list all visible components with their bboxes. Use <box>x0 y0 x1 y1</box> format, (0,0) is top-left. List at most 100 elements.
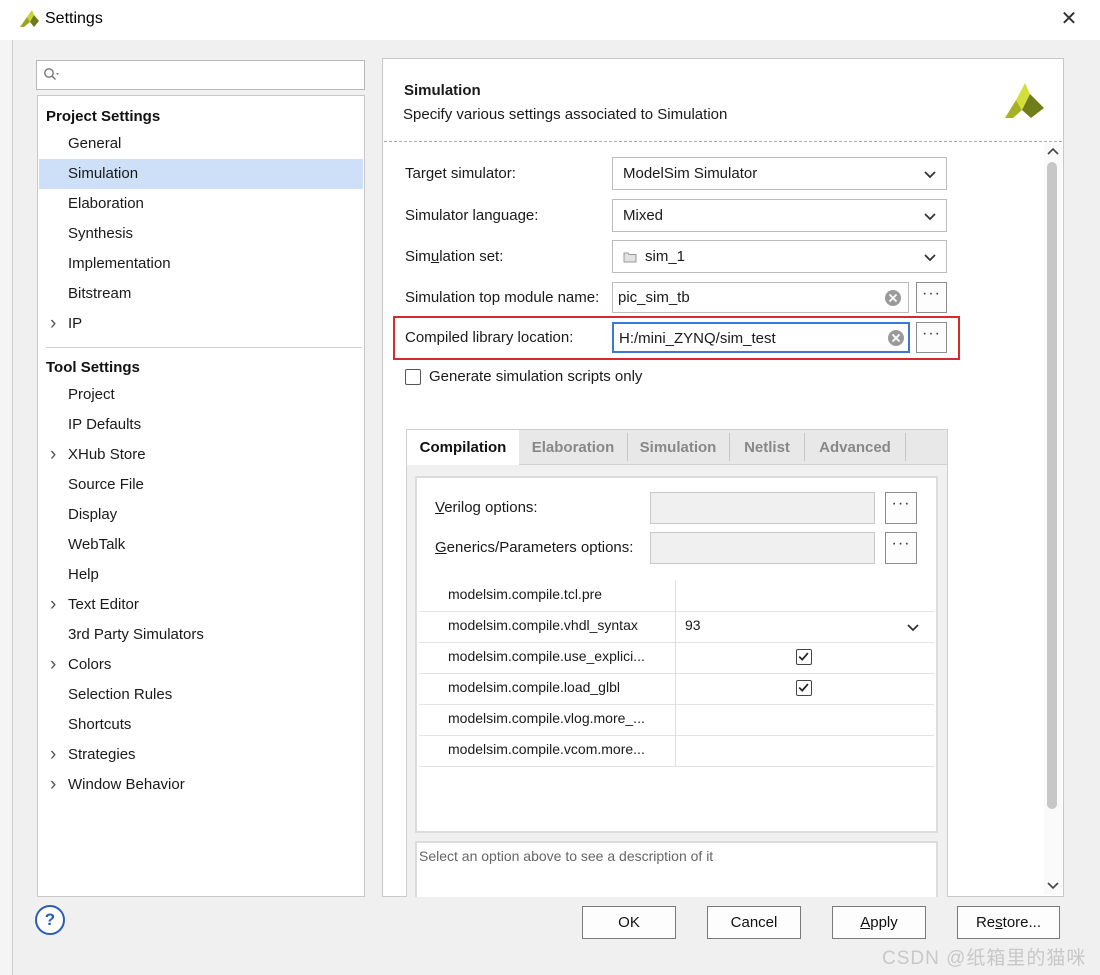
compiled-library-input[interactable]: H:/mini_ZYNQ/sim_test <box>612 322 910 353</box>
sidebar-item-label: Simulation <box>68 165 139 182</box>
sidebar-item-general[interactable]: General <box>39 129 363 159</box>
sidebar-item-simulation[interactable]: Simulation <box>39 159 363 189</box>
target-simulator-dropdown[interactable]: ModelSim Simulator <box>612 157 947 190</box>
sidebar-item-label: Implementation <box>68 255 171 272</box>
section-title: Simulation <box>404 82 481 99</box>
sidebar-item-help[interactable]: Help <box>39 560 363 590</box>
chevron-right-icon[interactable]: › <box>50 740 56 770</box>
property-checkbox[interactable] <box>796 649 812 665</box>
close-button[interactable]: ✕ <box>1058 8 1080 30</box>
chevron-right-icon[interactable]: › <box>50 590 56 620</box>
sidebar-item-project[interactable]: Project <box>39 380 363 410</box>
sidebar-item-selection-rules[interactable]: Selection Rules <box>39 680 363 710</box>
top-module-input[interactable]: pic_sim_tb <box>612 282 909 313</box>
tab-elaboration[interactable]: Elaboration <box>519 430 627 465</box>
sidebar-item-text-editor[interactable]: › Text Editor <box>39 590 363 620</box>
tab-compilation[interactable]: Compilation <box>407 430 519 465</box>
property-name: modelsim.compile.vcom.more... <box>448 741 645 757</box>
verilog-options-browse-button[interactable]: ··· <box>885 492 917 524</box>
property-row[interactable]: modelsim.compile.load_glbl <box>419 673 934 705</box>
sidebar-item-label: Selection Rules <box>68 686 173 703</box>
sidebar-item-label: Bitstream <box>68 285 132 302</box>
sidebar-item-label: IP <box>68 315 83 332</box>
chevron-down-icon <box>924 254 936 262</box>
chevron-right-icon[interactable]: › <box>50 309 56 339</box>
section-description: Specify various settings associated to S… <box>403 106 728 123</box>
sidebar-item-ip-defaults[interactable]: IP Defaults <box>39 410 363 440</box>
top-module-browse-button[interactable]: ··· <box>916 282 947 313</box>
top-module-label: Simulation top module name: <box>405 289 600 306</box>
property-checkbox[interactable] <box>796 680 812 696</box>
simulator-language-label: Simulator language: <box>405 207 539 224</box>
sidebar-item-label: Colors <box>68 656 112 673</box>
top-module-value: pic_sim_tb <box>618 289 690 306</box>
property-row[interactable]: modelsim.compile.use_explici... <box>419 642 934 674</box>
chevron-right-icon[interactable]: › <box>50 650 56 680</box>
apply-button[interactable]: Apply <box>832 906 926 939</box>
clear-icon[interactable] <box>884 289 902 307</box>
sidebar-item-display[interactable]: Display <box>39 500 363 530</box>
property-name: modelsim.compile.tcl.pre <box>448 586 603 602</box>
property-row[interactable]: modelsim.compile.vlog.more_... <box>419 704 934 736</box>
generate-scripts-checkbox[interactable] <box>405 369 421 385</box>
sidebar-item-elaboration[interactable]: Elaboration <box>39 189 363 219</box>
property-value[interactable]: 93 <box>685 617 701 633</box>
sidebar-item-label: Display <box>68 506 118 523</box>
sidebar-item-implementation[interactable]: Implementation <box>39 249 363 279</box>
simulation-set-dropdown[interactable]: sim_1 <box>612 240 947 273</box>
chevron-right-icon[interactable]: › <box>50 770 56 800</box>
sidebar-item-synthesis[interactable]: Synthesis <box>39 219 363 249</box>
property-row[interactable]: modelsim.compile.vcom.more... <box>419 735 934 767</box>
compiled-library-browse-button[interactable]: ··· <box>916 322 947 353</box>
chevron-down-icon <box>924 213 936 221</box>
sidebar-item-label: WebTalk <box>68 536 126 553</box>
generate-scripts-label: Generate simulation scripts only <box>429 368 643 385</box>
sidebar-item-window-behavior[interactable]: › Window Behavior <box>39 770 363 800</box>
sidebar-item-label: Elaboration <box>68 195 144 212</box>
clear-icon[interactable] <box>887 329 905 347</box>
verilog-options-input[interactable] <box>650 492 875 524</box>
checkmark-icon <box>798 652 809 661</box>
scroll-down-icon[interactable] <box>1047 879 1059 891</box>
cancel-button[interactable]: Cancel <box>707 906 801 939</box>
vivado-brand-logo-icon <box>1005 83 1044 118</box>
title-bar <box>0 0 1100 40</box>
sidebar-item-label: Window Behavior <box>68 776 185 793</box>
property-row[interactable]: modelsim.compile.vhdl_syntax 93 <box>419 611 934 643</box>
sidebar-item-ip[interactable]: › IP <box>39 309 363 339</box>
target-simulator-label: Target simulator: <box>405 165 516 182</box>
scroll-up-icon[interactable] <box>1047 146 1059 158</box>
ok-button[interactable]: OK <box>582 906 676 939</box>
tab-divider <box>905 433 906 461</box>
close-icon: ✕ <box>1060 8 1078 30</box>
sidebar-item-label: Strategies <box>68 746 136 763</box>
sidebar-item-bitstream[interactable]: Bitstream <box>39 279 363 309</box>
generics-options-input[interactable] <box>650 532 875 564</box>
simulation-set-value: sim_1 <box>645 248 686 265</box>
chevron-down-icon[interactable] <box>907 621 919 633</box>
help-button[interactable]: ? <box>35 905 65 935</box>
sidebar-item-colors[interactable]: › Colors <box>39 650 363 680</box>
sidebar-item-xhub-store[interactable]: › XHub Store <box>39 440 363 470</box>
scrollbar-thumb[interactable] <box>1047 162 1057 809</box>
simulator-language-dropdown[interactable]: Mixed <box>612 199 947 232</box>
property-row[interactable]: modelsim.compile.tcl.pre <box>419 580 934 612</box>
search-input[interactable] <box>36 60 365 90</box>
restore-button[interactable]: Restore... <box>957 906 1060 939</box>
verilog-options-label: Verilog options: <box>435 499 538 516</box>
tab-advanced[interactable]: Advanced <box>805 430 905 465</box>
tab-simulation[interactable]: Simulation <box>628 430 728 465</box>
chevron-down-icon <box>924 171 936 179</box>
sidebar-item-strategies[interactable]: › Strategies <box>39 740 363 770</box>
window-title: Settings <box>45 10 103 27</box>
sidebar-item-label: XHub Store <box>68 446 146 463</box>
tab-netlist[interactable]: Netlist <box>730 430 804 465</box>
sidebar-item-webtalk[interactable]: WebTalk <box>39 530 363 560</box>
generics-options-browse-button[interactable]: ··· <box>885 532 917 564</box>
chevron-right-icon[interactable]: › <box>50 440 56 470</box>
tool-settings-heading: Tool Settings <box>46 359 140 376</box>
sidebar-item-3rd-party-simulators[interactable]: 3rd Party Simulators <box>39 620 363 650</box>
target-simulator-value: ModelSim Simulator <box>623 165 758 182</box>
sidebar-item-shortcuts[interactable]: Shortcuts <box>39 710 363 740</box>
sidebar-item-source-file[interactable]: Source File <box>39 470 363 500</box>
